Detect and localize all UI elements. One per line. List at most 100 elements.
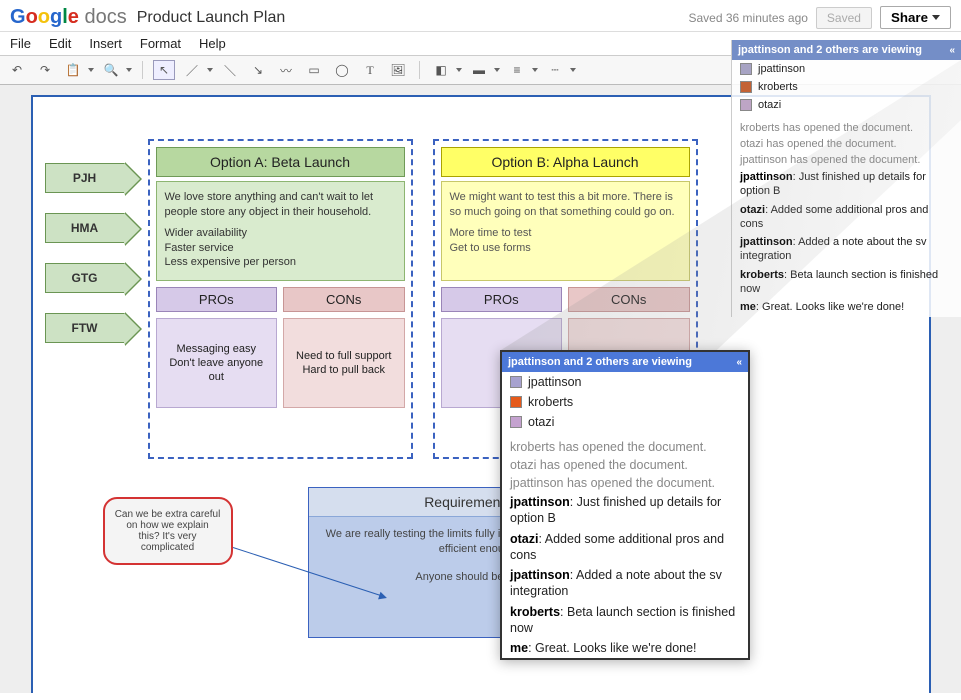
pointer-icon[interactable]: ↖	[153, 60, 175, 80]
viewer-row: jpattinson	[502, 372, 748, 392]
arrow-label[interactable]: FTW	[45, 313, 125, 343]
menu-edit[interactable]: Edit	[49, 36, 71, 51]
textbox-icon[interactable]: T	[359, 60, 381, 80]
chat-message: otazi: Added some additional pros and co…	[732, 201, 961, 234]
viewer-name: kroberts	[758, 81, 798, 93]
caret-icon[interactable]	[456, 68, 462, 72]
viewer-row: otazi	[502, 412, 748, 432]
chat-header-text: jpattinson and 2 others are viewing	[738, 44, 922, 56]
chat-header[interactable]: jpattinson and 2 others are viewing «	[502, 352, 748, 372]
arrow-label[interactable]: HMA	[45, 213, 125, 243]
line-color-icon[interactable]: ▬	[468, 60, 490, 80]
redo-icon[interactable]: ↷	[34, 60, 56, 80]
comment-callout[interactable]: Can we be extra careful on how we explai…	[103, 497, 233, 565]
viewer-name: otazi	[528, 415, 554, 429]
chat-panel-small[interactable]: jpattinson and 2 others are viewing « jp…	[731, 40, 961, 317]
rect-icon[interactable]: ▭	[303, 60, 325, 80]
cons-header[interactable]: CONs	[568, 287, 690, 312]
line-dash-icon[interactable]: ┄	[544, 60, 566, 80]
system-message: jpattinson has opened the document.	[502, 474, 748, 492]
chat-header-text: jpattinson and 2 others are viewing	[508, 356, 692, 368]
fill-color-icon[interactable]: ◧	[430, 60, 452, 80]
system-message: kroberts has opened the document.	[732, 120, 961, 136]
arrow-label[interactable]: PJH	[45, 163, 125, 193]
undo-icon[interactable]: ↶	[6, 60, 28, 80]
document-title[interactable]: Product Launch Plan	[137, 9, 286, 27]
zoom-icon[interactable]: 🔍	[100, 60, 122, 80]
separator	[419, 61, 420, 79]
viewer-name: jpattinson	[528, 375, 582, 389]
pros-header[interactable]: PROs	[156, 287, 278, 312]
option-a-bullets: Wider availability Faster service Less e…	[165, 226, 396, 271]
chevron-collapse-icon[interactable]: «	[949, 45, 955, 56]
caret-icon[interactable]	[532, 68, 538, 72]
cons-header[interactable]: CONs	[283, 287, 405, 312]
chevron-down-icon	[932, 15, 940, 20]
option-a-body[interactable]: We love store anything and can't wait to…	[156, 181, 405, 281]
system-message: otazi has opened the document.	[732, 136, 961, 152]
shape-icon[interactable]: ◯	[331, 60, 353, 80]
caret-icon[interactable]	[494, 68, 500, 72]
option-b-bullets: More time to test Get to use forms	[450, 226, 681, 256]
arrow-label[interactable]: GTG	[45, 263, 125, 293]
separator	[142, 61, 143, 79]
google-docs-logo: Google docs	[10, 6, 127, 29]
curve-icon[interactable]: 〰	[275, 60, 297, 80]
saved-time-label: Saved 36 minutes ago	[689, 11, 808, 25]
viewer-row: jpattinson	[732, 60, 961, 78]
caret-icon[interactable]	[126, 68, 132, 72]
color-swatch-icon	[740, 99, 752, 111]
color-swatch-icon	[740, 81, 752, 93]
chat-panel-zoom[interactable]: jpattinson and 2 others are viewing « jp…	[500, 350, 750, 660]
option-b-title[interactable]: Option B: Alpha Launch	[441, 147, 690, 177]
chat-message: otazi: Added some additional pros and co…	[502, 529, 748, 566]
menu-file[interactable]: File	[10, 36, 31, 51]
backslash-icon[interactable]: ＼	[219, 60, 241, 80]
viewer-name: jpattinson	[758, 63, 805, 75]
chat-header[interactable]: jpattinson and 2 others are viewing «	[732, 40, 961, 60]
system-message: otazi has opened the document.	[502, 456, 748, 474]
chat-message: jpattinson: Just finished up details for…	[502, 492, 748, 529]
option-a-title[interactable]: Option A: Beta Launch	[156, 147, 405, 177]
viewer-row: otazi	[732, 96, 961, 114]
color-swatch-icon	[740, 63, 752, 75]
chat-message: kroberts: Beta launch section is finishe…	[732, 266, 961, 299]
chat-message: jpattinson: Added a note about the sv in…	[732, 233, 961, 266]
chat-message: jpattinson: Added a note about the sv in…	[502, 565, 748, 602]
color-swatch-icon	[510, 396, 522, 408]
line-icon[interactable]: ／	[181, 60, 203, 80]
chat-message: me: Great. Looks like we're done!	[732, 298, 961, 316]
menu-help[interactable]: Help	[199, 36, 226, 51]
arrow-icon[interactable]: ↘	[247, 60, 269, 80]
cons-text: Need to full support Hard to pull back	[296, 349, 391, 378]
share-button-label: Share	[891, 10, 928, 25]
clipboard-icon[interactable]: 📋	[62, 60, 84, 80]
share-button[interactable]: Share	[880, 6, 951, 29]
caret-icon[interactable]	[570, 68, 576, 72]
caret-icon[interactable]	[88, 68, 94, 72]
viewer-name: otazi	[758, 99, 781, 111]
viewer-name: kroberts	[528, 395, 573, 409]
pros-body[interactable]: Messaging easy Don't leave anyone out	[156, 318, 278, 408]
viewer-row: kroberts	[502, 392, 748, 412]
header-bar: Google docs Product Launch Plan Saved 36…	[0, 0, 961, 32]
option-a-box[interactable]: Option A: Beta Launch We love store anyt…	[148, 139, 413, 459]
chat-message: kroberts: Beta launch section is finishe…	[502, 602, 748, 639]
chat-message: jpattinson: Just finished up details for…	[732, 168, 961, 201]
color-swatch-icon	[510, 416, 522, 428]
pros-header[interactable]: PROs	[441, 287, 563, 312]
option-b-body[interactable]: We might want to test this a bit more. T…	[441, 181, 690, 281]
viewer-row: kroberts	[732, 78, 961, 96]
caret-icon[interactable]	[207, 68, 213, 72]
menu-format[interactable]: Format	[140, 36, 181, 51]
cons-body[interactable]: Need to full support Hard to pull back	[283, 318, 405, 408]
image-icon[interactable]: 🖼	[387, 60, 409, 80]
line-weight-icon[interactable]: ≡	[506, 60, 528, 80]
chat-message: me: Great. Looks like we're done!	[502, 638, 748, 658]
system-message: jpattinson has opened the document.	[732, 152, 961, 168]
pros-text: Messaging easy Don't leave anyone out	[163, 342, 271, 385]
chevron-collapse-icon[interactable]: «	[736, 357, 742, 368]
menu-insert[interactable]: Insert	[89, 36, 122, 51]
color-swatch-icon	[510, 376, 522, 388]
option-a-desc: We love store anything and can't wait to…	[165, 190, 396, 220]
